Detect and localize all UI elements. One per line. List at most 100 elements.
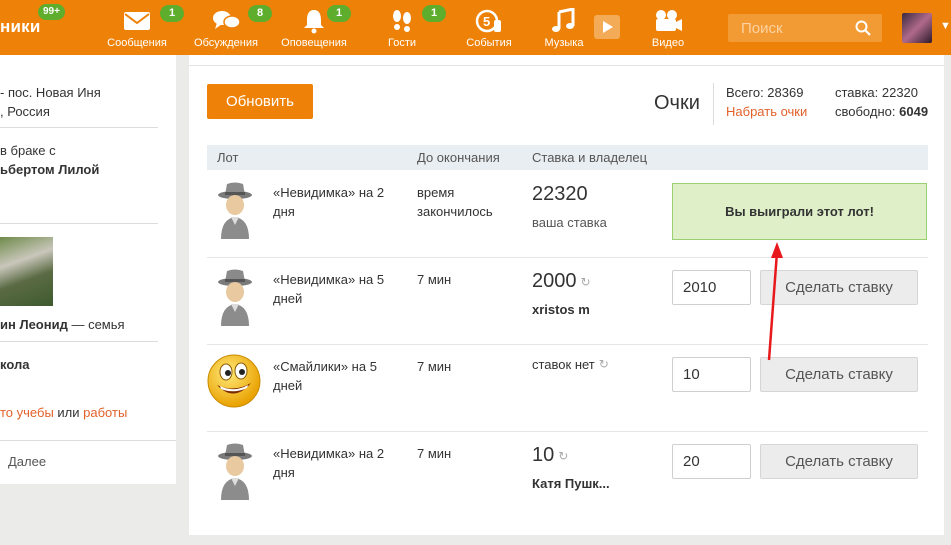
marriage-line-2[interactable]: ьбертом Лилой	[0, 162, 99, 177]
table-row: «Невидимка» на 2 дня время закончилось 2…	[207, 171, 928, 258]
nav-discussions-badge: 8	[248, 5, 272, 22]
points-free: свободно: 6049	[835, 104, 928, 119]
nav-messages-label: Сообщения	[107, 37, 167, 49]
points-stake: ставка: 22320	[835, 85, 919, 100]
refresh-icon[interactable]: ↻	[599, 357, 609, 371]
table-row: «Невидимка» на 5 дней 7 мин 2000 ↻ xristo…	[207, 258, 928, 345]
family-photo[interactable]	[0, 237, 53, 306]
table-row: «Невидимка» на 2 дня 7 мин 10 ↻ Катя Пушк…	[207, 432, 928, 519]
invisible-lot-icon	[218, 443, 252, 500]
no-bids-text: ставок нет	[532, 357, 595, 372]
chevron-down-icon[interactable]: ▼	[940, 20, 951, 32]
points-free-value: 6049	[899, 104, 929, 119]
column-bid-owner: Ставка и владелец	[532, 150, 648, 165]
nav-guests-label: Гости	[387, 37, 417, 49]
nav-messages-badge: 1	[160, 5, 184, 22]
collect-points-link[interactable]: Набрать очки	[726, 104, 807, 119]
lot-time-left: время закончилось	[417, 185, 493, 219]
nav-events[interactable]: 5 События	[460, 0, 518, 55]
marriage-line-1: в браке с	[0, 143, 56, 158]
bell-icon	[304, 10, 324, 34]
refresh-icon[interactable]: ↻	[558, 449, 568, 463]
points-total: Всего: 28369	[726, 85, 804, 100]
more-link[interactable]: Далее	[8, 454, 46, 469]
school-name[interactable]: кола	[0, 357, 29, 372]
bid-value: 2000 ↻	[532, 270, 591, 293]
family-member: ин Леонид — семья	[0, 317, 125, 332]
lot-name: «Смайлики» на 5 дней	[273, 359, 377, 393]
work-link[interactable]: работы	[83, 405, 127, 420]
invisible-lot-icon	[218, 269, 252, 326]
nav-messages[interactable]: Сообщения	[104, 0, 170, 55]
bid-owner[interactable]: Катя Пушк...	[532, 476, 610, 491]
study-place-link[interactable]: то учебы	[0, 405, 54, 420]
smiley-lot-icon	[207, 354, 261, 408]
divider	[0, 341, 158, 342]
auction-panel: Обновить Очки Всего: 28369 Набрать очки …	[189, 55, 944, 535]
bid-value: ставок нет ↻	[532, 357, 609, 372]
won-lot-notice: Вы выиграли этот лот!	[672, 183, 927, 240]
family-member-name[interactable]: ин Леонид	[0, 317, 68, 332]
envelope-icon	[124, 12, 150, 30]
user-avatar[interactable]	[902, 13, 932, 43]
table-row: «Смайлики» на 5 дней 7 мин ставок нет ↻ С…	[207, 345, 928, 432]
nav-music-label: Музыка	[544, 37, 584, 49]
logo-badge: 99+	[38, 4, 65, 20]
nav-music[interactable]: Музыка	[540, 0, 588, 55]
divider	[189, 65, 944, 66]
nav-discussions-label: Обсуждения	[194, 37, 258, 49]
nav-guests-badge: 1	[422, 5, 446, 22]
bid-input[interactable]	[672, 444, 751, 479]
place-bid-button[interactable]: Сделать ставку	[760, 270, 918, 305]
lot-name: «Невидимка» на 5 дней	[273, 272, 385, 306]
search-box	[728, 14, 882, 42]
nav-notifications-label: Оповещения	[281, 37, 347, 49]
location-line-1: - пос. Новая Иня	[0, 85, 101, 100]
bid-input[interactable]	[672, 357, 751, 392]
place-bid-button[interactable]: Сделать ставку	[760, 357, 918, 392]
divider	[0, 127, 158, 128]
lot-name: «Невидимка» на 2 дня	[273, 446, 385, 480]
lot-name: «Невидимка» на 2 дня	[273, 185, 385, 219]
logo[interactable]: ники	[0, 17, 40, 37]
lot-time-left: 7 мин	[417, 272, 452, 287]
refresh-icon[interactable]: ↻	[581, 275, 591, 289]
family-member-relation: — семья	[67, 317, 125, 332]
divider	[0, 440, 176, 441]
music-play-icon[interactable]	[594, 15, 620, 39]
bid-value: 10 ↻	[532, 444, 568, 467]
bid-input[interactable]	[672, 270, 751, 305]
place-bid-button[interactable]: Сделать ставку	[760, 444, 918, 479]
lot-time-left: 7 мин	[417, 446, 452, 461]
svg-text:5: 5	[483, 14, 490, 29]
bid-owner: ваша ставка	[532, 215, 607, 230]
lot-time-left: 7 мин	[417, 359, 452, 374]
five-hand-icon: 5	[475, 9, 501, 33]
bid-value: 22320	[532, 183, 588, 205]
study-work-line: то учебы или работы	[0, 405, 127, 420]
divider	[0, 223, 158, 224]
divider	[713, 83, 714, 125]
refresh-button[interactable]: Обновить	[207, 84, 313, 119]
chat-bubbles-icon	[213, 11, 241, 29]
music-note-icon	[552, 8, 575, 32]
table-header: Лот До окончания Ставка и владелец	[207, 145, 928, 170]
bid-amount: 10	[532, 444, 555, 466]
video-camera-icon	[656, 10, 682, 31]
bid-amount: 2000	[532, 270, 577, 292]
location-line-2: , Россия	[0, 104, 50, 119]
nav-video-label: Видео	[651, 37, 685, 49]
top-bar: ники 99+ Сообщения 1 Обсуждения 8 Оповещ…	[0, 0, 951, 55]
bid-owner[interactable]: xristos m	[532, 302, 590, 317]
nav-events-label: События	[466, 37, 512, 49]
footprints-icon	[393, 10, 411, 32]
left-profile-panel: - пос. Новая Иня , Россия в браке с ьбер…	[0, 55, 176, 484]
nav-notifications-badge: 1	[327, 5, 351, 22]
points-free-label: свободно:	[835, 104, 896, 119]
nav-video[interactable]: Видео	[642, 0, 694, 55]
invisible-lot-icon	[218, 182, 252, 239]
search-icon[interactable]	[855, 20, 871, 36]
nav-guests[interactable]: Гости	[375, 0, 429, 55]
column-ends: До окончания	[417, 150, 500, 165]
study-or-text: или	[53, 405, 84, 420]
